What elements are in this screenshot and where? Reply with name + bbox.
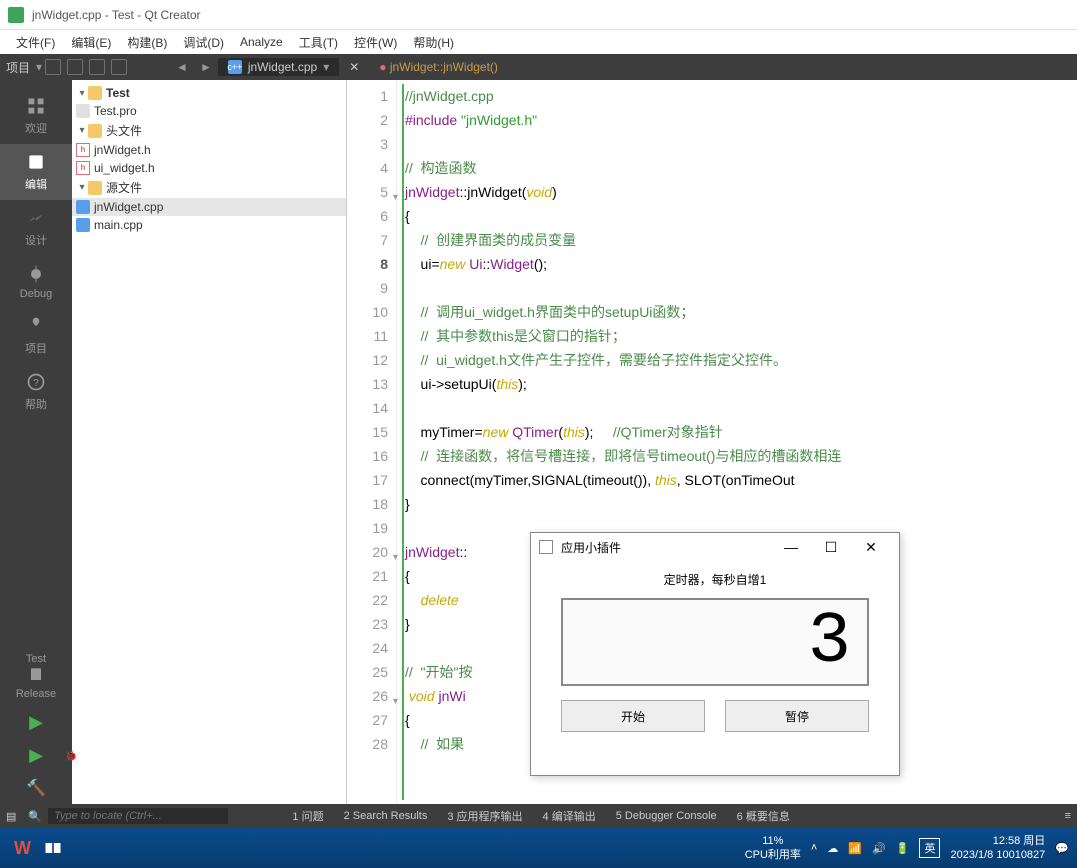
mode-design[interactable]: 设计 bbox=[0, 200, 72, 256]
tray-notifications-icon[interactable]: 💬 bbox=[1055, 842, 1069, 855]
popup-app-icon bbox=[539, 540, 553, 554]
tree-sources[interactable]: 源文件 bbox=[106, 179, 142, 196]
mode-sidebar: 欢迎 编辑 设计 Debug 项目 ?帮助 TestRelease ▶ ▶🐞 🔨 bbox=[0, 80, 72, 804]
window-titlebar: jnWidget.cpp - Test - Qt Creator bbox=[0, 0, 1077, 30]
mode-debug[interactable]: Debug bbox=[0, 256, 72, 308]
tray-up-icon[interactable]: ˄ bbox=[811, 842, 817, 854]
popup-title: 应用小插件 bbox=[561, 539, 771, 556]
symbol-navigator[interactable]: ● jnWidget::jnWidget() bbox=[379, 60, 498, 74]
menu-debug[interactable]: 调试(D) bbox=[175, 32, 232, 53]
panel-appout[interactable]: 3 应用程序输出 bbox=[447, 808, 522, 824]
panel-issues[interactable]: 1 问题 bbox=[292, 808, 323, 824]
change-bar bbox=[402, 84, 404, 800]
search-icon: 🔍 bbox=[28, 810, 42, 823]
taskbar-app-taskview[interactable] bbox=[43, 838, 63, 858]
menu-analyze[interactable]: Analyze bbox=[232, 33, 291, 51]
panel-toggle-icon[interactable]: ▤ bbox=[6, 810, 16, 823]
cpp-file-icon: c++ bbox=[228, 60, 242, 74]
menu-build[interactable]: 构建(B) bbox=[119, 32, 175, 53]
sync-icon[interactable] bbox=[67, 59, 83, 75]
panel-general[interactable]: 6 概要信息 bbox=[737, 808, 790, 824]
run-button[interactable]: ▶ bbox=[29, 706, 43, 739]
menu-file[interactable]: 文件(F) bbox=[8, 32, 63, 53]
app-icon bbox=[8, 7, 24, 23]
tray-clock[interactable]: 12:58 周日2023/1/8 10010827 bbox=[950, 834, 1045, 862]
tree-source-1[interactable]: main.cpp bbox=[94, 218, 143, 232]
filter-icon[interactable] bbox=[45, 59, 61, 75]
mode-projects[interactable]: 项目 bbox=[0, 308, 72, 364]
window-title: jnWidget.cpp - Test - Qt Creator bbox=[32, 8, 1069, 22]
editor-tab-label: jnWidget.cpp bbox=[248, 60, 317, 74]
nav-back-icon[interactable]: ◄ bbox=[170, 60, 194, 74]
pause-button[interactable]: 暂停 bbox=[725, 700, 869, 732]
windows-taskbar: W 11%CPU利用率 ˄ ☁ 📶 🔊 🔋 英 12:58 周日2023/1/8… bbox=[0, 828, 1077, 868]
lcd-display: 3 bbox=[561, 598, 869, 686]
panel-debugger[interactable]: 5 Debugger Console bbox=[616, 810, 717, 822]
tab-close-icon[interactable]: ✕ bbox=[349, 60, 359, 74]
mode-welcome[interactable]: 欢迎 bbox=[0, 88, 72, 144]
tray-volume-icon[interactable]: 🔊 bbox=[872, 842, 886, 855]
panel-search[interactable]: 2 Search Results bbox=[344, 810, 428, 822]
build-button[interactable]: 🔨 bbox=[0, 772, 72, 804]
project-tree[interactable]: ▾Test Test.pro ▾头文件 hjnWidget.h hui_widg… bbox=[72, 80, 347, 804]
tree-header-0[interactable]: jnWidget.h bbox=[94, 143, 151, 157]
tray-ime[interactable]: 英 bbox=[919, 838, 940, 858]
popup-minimize-button[interactable]: — bbox=[771, 539, 811, 555]
mode-help[interactable]: ?帮助 bbox=[0, 364, 72, 420]
tree-pro[interactable]: Test.pro bbox=[94, 104, 137, 118]
toolbar: 项目 ▾ ◄ ► c++ jnWidget.cpp ▾ ✕ ● jnWidget… bbox=[0, 54, 1077, 80]
target-selector[interactable]: TestRelease bbox=[0, 647, 72, 706]
popup-maximize-button[interactable]: ☐ bbox=[811, 539, 851, 556]
taskbar-app-wps[interactable]: W bbox=[14, 838, 31, 859]
panel-compile[interactable]: 4 编译输出 bbox=[543, 808, 596, 824]
svg-text:?: ? bbox=[33, 378, 39, 389]
start-button[interactable]: 开始 bbox=[561, 700, 705, 732]
menubar: 文件(F) 编辑(E) 构建(B) 调试(D) Analyze 工具(T) 控件… bbox=[0, 30, 1077, 54]
split-icon[interactable] bbox=[89, 59, 105, 75]
mode-edit[interactable]: 编辑 bbox=[0, 144, 72, 200]
tree-header-1[interactable]: ui_widget.h bbox=[94, 161, 155, 175]
tree-source-0[interactable]: jnWidget.cpp bbox=[94, 200, 163, 214]
locator-input[interactable] bbox=[48, 808, 228, 824]
menu-tools[interactable]: 工具(T) bbox=[291, 32, 346, 53]
run-debug-button[interactable]: ▶🐞 bbox=[29, 739, 43, 772]
editor-tab[interactable]: c++ jnWidget.cpp ▾ bbox=[218, 58, 339, 76]
app-widget-window: 应用小插件 — ☐ ✕ 定时器，每秒自增1 3 开始 暂停 bbox=[530, 532, 900, 776]
popup-label: 定时器，每秒自增1 bbox=[561, 571, 869, 588]
tray-wifi-icon[interactable]: 📶 bbox=[848, 842, 862, 855]
close-pane-icon[interactable] bbox=[111, 59, 127, 75]
tray-onedrive-icon[interactable]: ☁ bbox=[827, 842, 838, 855]
cpu-meter[interactable]: 11%CPU利用率 bbox=[745, 834, 801, 862]
popup-close-button[interactable]: ✕ bbox=[851, 539, 891, 556]
project-selector-label[interactable]: 项目 bbox=[6, 59, 30, 76]
menu-help[interactable]: 帮助(H) bbox=[405, 32, 462, 53]
nav-fwd-icon[interactable]: ► bbox=[194, 60, 218, 74]
tree-root[interactable]: Test bbox=[106, 86, 130, 100]
panel-menu-icon[interactable]: ≡ bbox=[1065, 810, 1071, 822]
status-bar: ▤ 🔍 1 问题 2 Search Results 3 应用程序输出 4 编译输… bbox=[0, 804, 1077, 828]
tree-headers[interactable]: 头文件 bbox=[106, 122, 142, 139]
tray-battery-icon[interactable]: 🔋 bbox=[896, 842, 910, 855]
menu-edit[interactable]: 编辑(E) bbox=[63, 32, 119, 53]
menu-widgets[interactable]: 控件(W) bbox=[346, 32, 405, 53]
